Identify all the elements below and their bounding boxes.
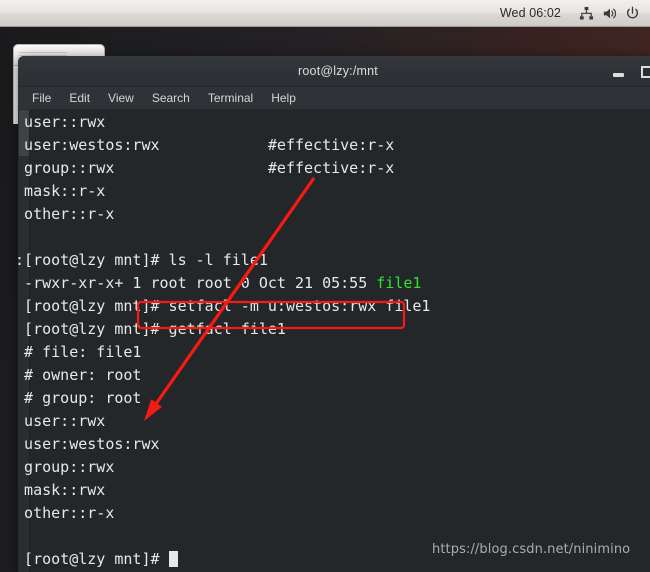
terminal-line: group::rwx xyxy=(24,458,115,476)
maximize-button[interactable] xyxy=(639,64,650,79)
terminal-line: mask::r-x xyxy=(24,182,106,200)
terminal-cursor xyxy=(168,551,178,567)
terminal-output: user::rwx user:westos:rwx #effective:r-x… xyxy=(18,111,650,571)
terminal-line: user:westos:rwx xyxy=(18,435,160,453)
watermark: https://blog.csdn.net/ninimino xyxy=(432,542,631,557)
terminal-body[interactable]: user::rwx user:westos:rwx #effective:r-x… xyxy=(18,110,650,572)
top-panel: Wed 06:02 xyxy=(0,0,650,27)
terminal-line: mask::rwx xyxy=(24,481,106,499)
terminal-line: [root@lzy mnt]# getfacl file1 xyxy=(18,320,286,338)
menu-bar: File Edit View Search Terminal Help xyxy=(18,87,650,110)
terminal-line: -rwxr-xr-x+ 1 root root 0 Oct 21 05:55 f… xyxy=(18,274,422,292)
terminal-line: # owner: root xyxy=(18,366,142,384)
terminal-line: user::rwx xyxy=(24,113,106,131)
menu-item-search[interactable]: Search xyxy=(143,89,199,107)
terminal-line: # file: file1 xyxy=(18,343,142,361)
terminal-line: user::rwx xyxy=(24,412,106,430)
window-controls xyxy=(611,56,650,87)
terminal-line: # group: root xyxy=(18,389,142,407)
terminal-line: other::r-x xyxy=(24,504,115,522)
volume-icon[interactable] xyxy=(601,5,618,22)
menu-item-file[interactable]: File xyxy=(23,89,60,107)
menu-item-help[interactable]: Help xyxy=(262,89,305,107)
terminal-line: other::r-x xyxy=(24,205,115,223)
menu-item-terminal[interactable]: Terminal xyxy=(199,89,262,107)
terminal-line: 5:[root@lzy mnt]# ls -l file1 xyxy=(18,251,268,269)
network-icon[interactable] xyxy=(578,5,595,22)
terminal-window[interactable]: root@lzy:/mnt File Edit View Search Term… xyxy=(18,56,650,572)
minimize-button[interactable] xyxy=(611,64,626,79)
filename-highlight: file1 xyxy=(376,274,422,292)
terminal-titlebar[interactable]: root@lzy:/mnt xyxy=(18,56,650,87)
panel-clock[interactable]: Wed 06:02 xyxy=(500,6,561,20)
window-title: root@lzy:/mnt xyxy=(298,64,378,78)
terminal-line: [root@lzy mnt]# setfacl -m u:westos:rwx … xyxy=(18,297,431,315)
menu-item-edit[interactable]: Edit xyxy=(60,89,99,107)
power-icon[interactable] xyxy=(624,5,641,22)
menu-item-view[interactable]: View xyxy=(99,89,143,107)
terminal-line: user:westos:rwx #effective:r-x xyxy=(18,136,395,154)
terminal-line: group::rwx #effective:r-x xyxy=(18,159,395,177)
